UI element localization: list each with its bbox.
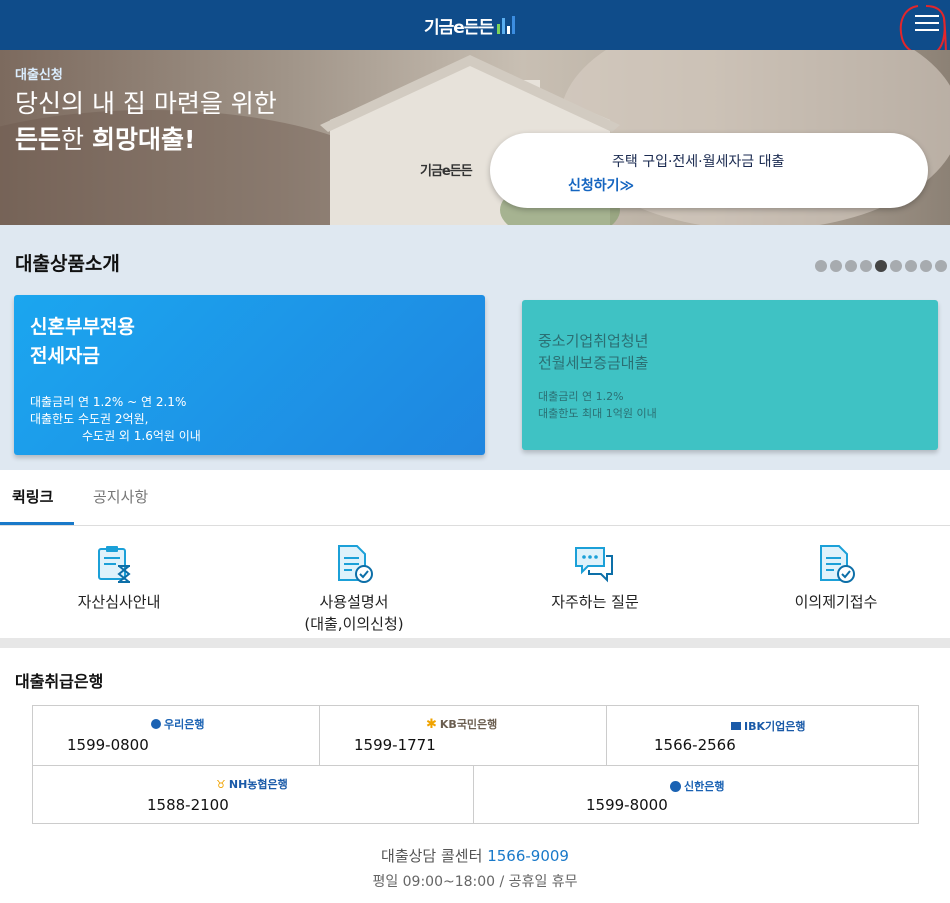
bank-phone: 1599-8000 bbox=[586, 796, 668, 814]
section-divider bbox=[0, 638, 950, 648]
product-name: 신혼부부전용 전세자금 bbox=[30, 313, 135, 371]
quicklink-label: 자주하는 질문 bbox=[551, 593, 639, 611]
chat-bubbles-icon bbox=[575, 547, 613, 583]
quicklink-manual[interactable]: 사용설명서 (대출,이의신청) bbox=[235, 526, 473, 638]
carousel-dot[interactable] bbox=[905, 260, 917, 272]
loan-products-section: 대출상품소개 신혼부부전용 전세자금 대출금리 연 1.2% ~ 연 2.1% … bbox=[0, 225, 950, 470]
document-check-icon bbox=[338, 545, 373, 583]
bank-phone: 1566-2566 bbox=[654, 736, 736, 754]
bank-phone: 1588-2100 bbox=[147, 796, 229, 814]
quicklink-label: 사용설명서 bbox=[319, 593, 389, 611]
product-info: 대출금리 연 1.2% 대출한도 최대 1억원 이내 bbox=[538, 388, 657, 422]
tab-quicklink[interactable]: 퀵링크 bbox=[12, 486, 53, 507]
bank-phone: 1599-1771 bbox=[354, 736, 436, 754]
bank-name: IBK기업은행 bbox=[744, 720, 806, 733]
hero-headline-normal: 한 bbox=[61, 125, 92, 154]
nh-logo-icon: ♉ bbox=[216, 777, 226, 791]
bank-grid: 우리은행 1599-0800 ✱ KB국민은행 1599-1771 IBK기업은… bbox=[32, 705, 919, 824]
top-header: 기금e든든 bbox=[0, 0, 950, 50]
quick-links: 자산심사안내 사용설명서 (대출,이의신청) 자주하는 질문 이의제기접수 bbox=[0, 526, 950, 638]
product-card-youth[interactable]: 중소기업취업청년 전월세보증금대출 대출금리 연 1.2% 대출한도 최대 1억… bbox=[522, 300, 938, 450]
bank-nh[interactable]: ♉ NH농협은행 1588-2100 bbox=[33, 765, 474, 824]
quicklink-sublabel: (대출,이의신청) bbox=[304, 615, 404, 633]
tab-notice[interactable]: 공지사항 bbox=[93, 486, 148, 507]
section-title: 대출상품소개 bbox=[15, 253, 120, 275]
quicklink-faq[interactable]: 자주하는 질문 bbox=[476, 526, 714, 638]
quicklink-label: 자산심사안내 bbox=[77, 593, 161, 611]
business-hours: 평일 09:00~18:00 / 공휴일 휴무 bbox=[372, 874, 578, 890]
product-name: 중소기업취업청년 전월세보증금대출 bbox=[538, 330, 648, 374]
bank-shinhan[interactable]: 신한은행 1599-8000 bbox=[474, 765, 919, 824]
callcenter-number[interactable]: 1566-9009 bbox=[487, 847, 569, 865]
bank-logo: ✱ KB국민은행 bbox=[426, 716, 497, 732]
carousel-dot[interactable] bbox=[845, 260, 857, 272]
loan-apply-card[interactable]: 주택 구입·전세·월세자금 대출 신청하기≫ bbox=[490, 133, 928, 208]
product-name-line1: 중소기업취업청년 bbox=[538, 332, 649, 350]
carousel-dot[interactable] bbox=[830, 260, 842, 272]
product-info: 대출금리 연 1.2% ~ 연 2.1% 대출한도 수도권 2억원, 수도권 외… bbox=[30, 394, 201, 445]
carousel-dots bbox=[815, 260, 947, 272]
kb-star-icon: ✱ bbox=[426, 716, 437, 732]
quicklink-asset-review[interactable]: 자산심사안내 bbox=[0, 526, 238, 638]
site-logo-text: 기금e든든 bbox=[424, 17, 494, 38]
site-logo[interactable]: 기금e든든 bbox=[424, 12, 516, 38]
callcenter-label: 대출상담 콜센터 bbox=[381, 847, 483, 865]
bank-logo: ♉ NH농협은행 bbox=[216, 776, 288, 792]
product-card-newlywed[interactable]: 신혼부부전용 전세자금 대출금리 연 1.2% ~ 연 2.1% 대출한도 수도… bbox=[14, 295, 485, 455]
bank-name: 신한은행 bbox=[684, 780, 725, 793]
hero-banner[interactable]: 대출신청 당신의 내 집 마련을 위한 든든한 희망대출! 기금e든든 주택 구… bbox=[0, 50, 950, 225]
product-name-line1: 신혼부부전용 bbox=[30, 316, 135, 338]
product-limit-extra: 수도권 외 1.6억원 이내 bbox=[82, 429, 201, 443]
woori-logo-icon bbox=[151, 719, 161, 729]
bank-logo: IBK기업은행 bbox=[731, 718, 805, 734]
product-name-line2: 전월세보증금대출 bbox=[538, 354, 649, 372]
hero-headline-line1: 당신의 내 집 마련을 위한 bbox=[15, 89, 277, 118]
hamburger-menu-icon[interactable] bbox=[912, 10, 942, 38]
carousel-dot[interactable] bbox=[920, 260, 932, 272]
tab-bar: 퀵링크 공지사항 bbox=[0, 470, 950, 526]
bank-name: 우리은행 bbox=[164, 718, 205, 731]
carousel-dot[interactable] bbox=[935, 260, 947, 272]
hero-headline-line2: 든든한 희망대출! bbox=[15, 120, 195, 156]
bank-phone: 1599-0800 bbox=[67, 736, 149, 754]
bank-ibk[interactable]: IBK기업은행 1566-2566 bbox=[607, 706, 919, 765]
banks-title: 대출취급은행 bbox=[15, 672, 104, 691]
loan-apply-title: 주택 구입·전세·월세자금 대출 bbox=[612, 154, 785, 170]
hero-headline-bold-b: 희망대출! bbox=[91, 125, 196, 154]
document-check-icon bbox=[820, 545, 855, 583]
carousel-dot[interactable] bbox=[815, 260, 827, 272]
quicklink-objection[interactable]: 이의제기접수 bbox=[717, 526, 950, 638]
bank-woori[interactable]: 우리은행 1599-0800 bbox=[33, 706, 320, 765]
quicklink-label: 이의제기접수 bbox=[794, 593, 878, 611]
bank-logo: 신한은행 bbox=[670, 778, 724, 794]
clipboard-hourglass-icon bbox=[98, 546, 131, 583]
product-limit: 대출한도 최대 1억원 이내 bbox=[538, 407, 657, 420]
bank-name: NH농협은행 bbox=[228, 778, 288, 791]
house-logo: 기금e든든 bbox=[420, 164, 473, 179]
product-rate: 대출금리 연 1.2% ~ 연 2.1% bbox=[30, 395, 187, 409]
bank-kb[interactable]: ✱ KB국민은행 1599-1771 bbox=[320, 706, 607, 765]
carousel-dot-active[interactable] bbox=[875, 260, 887, 272]
carousel-dot[interactable] bbox=[890, 260, 902, 272]
carousel-dot[interactable] bbox=[860, 260, 872, 272]
bank-name: KB국민은행 bbox=[439, 718, 498, 731]
product-limit: 대출한도 수도권 2억원, bbox=[30, 412, 149, 426]
hero-tag: 대출신청 bbox=[15, 68, 63, 83]
product-name-line2: 전세자금 bbox=[30, 345, 100, 367]
apply-link[interactable]: 신청하기≫ bbox=[568, 175, 634, 195]
shinhan-logo-icon bbox=[670, 780, 681, 792]
ibk-logo-icon bbox=[731, 722, 741, 730]
active-tab-indicator bbox=[0, 522, 74, 525]
callcenter-info: 대출상담 콜센터 1566-9009 bbox=[0, 845, 950, 866]
hero-headline-bold-a: 든든 bbox=[15, 125, 62, 154]
bank-logo: 우리은행 bbox=[151, 716, 204, 732]
logo-bars-icon bbox=[497, 16, 516, 34]
product-rate: 대출금리 연 1.2% bbox=[538, 390, 624, 403]
